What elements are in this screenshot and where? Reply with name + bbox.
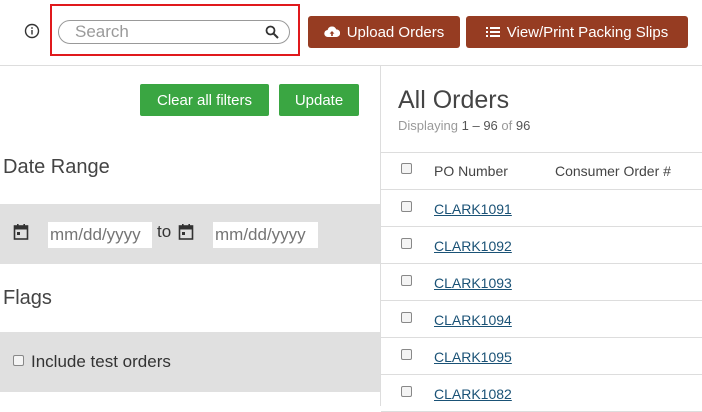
search-input[interactable] [75, 22, 255, 42]
calendar-icon[interactable] [178, 223, 194, 241]
date-range-title: Date Range [3, 156, 110, 178]
column-header-consumer-order[interactable]: Consumer Order # [555, 163, 671, 179]
row-checkbox[interactable] [401, 312, 412, 323]
table-row: CLARK1094 [381, 301, 702, 338]
upload-orders-button[interactable]: Upload Orders [308, 16, 460, 48]
calendar-icon[interactable] [13, 223, 29, 241]
search-box[interactable] [58, 20, 290, 44]
displaying-label: Displaying [398, 118, 458, 133]
include-test-checkbox[interactable] [13, 355, 24, 366]
range-separator: – [472, 118, 480, 133]
table-row: CLARK1095 [381, 338, 702, 375]
po-number-link[interactable]: CLARK1082 [434, 386, 512, 402]
table-row: CLARK1092 [381, 227, 702, 264]
packing-slips-label: View/Print Packing Slips [506, 23, 669, 41]
info-icon[interactable] [24, 23, 40, 39]
total-count: 96 [515, 118, 531, 133]
range-end: 96 [483, 118, 498, 133]
row-checkbox[interactable] [401, 201, 412, 212]
po-number-link[interactable]: CLARK1093 [434, 275, 512, 291]
orders-table: PO Number Consumer Order # CLARK1091 CLA… [381, 152, 702, 412]
range-start: 1 [461, 118, 469, 133]
table-row: CLARK1082 [381, 375, 702, 412]
po-number-link[interactable]: CLARK1091 [434, 201, 512, 217]
column-header-po-number[interactable]: PO Number [434, 163, 508, 179]
include-test-label: Include test orders [31, 352, 171, 371]
packing-slips-button[interactable]: View/Print Packing Slips [466, 16, 688, 48]
date-to-label: to [157, 222, 172, 241]
top-bar: Upload Orders View/Print Packing Slips [0, 0, 702, 66]
upload-orders-label: Upload Orders [346, 23, 445, 41]
po-number-link[interactable]: CLARK1095 [434, 349, 512, 365]
select-all-checkbox[interactable] [401, 163, 412, 174]
search-icon[interactable] [265, 25, 279, 39]
table-header: PO Number Consumer Order # [381, 152, 702, 190]
clear-filters-button[interactable]: Clear all filters [140, 84, 269, 116]
flags-row: Include test orders [0, 332, 380, 392]
cloud-upload-icon [324, 26, 340, 38]
results-count: Displaying 1 – 96 of 96 [398, 118, 530, 133]
po-number-link[interactable]: CLARK1094 [434, 312, 512, 328]
list-icon [485, 27, 500, 37]
row-checkbox[interactable] [401, 238, 412, 249]
date-from-input[interactable] [48, 222, 152, 248]
of-label: of [501, 118, 513, 133]
update-button[interactable]: Update [279, 84, 359, 116]
table-row: CLARK1091 [381, 190, 702, 227]
date-range-row [0, 204, 380, 264]
row-checkbox[interactable] [401, 349, 412, 360]
row-checkbox[interactable] [401, 275, 412, 286]
flags-title: Flags [3, 287, 52, 309]
po-number-link[interactable]: CLARK1092 [434, 238, 512, 254]
table-row: CLARK1093 [381, 264, 702, 301]
page-title: All Orders [398, 86, 510, 114]
date-to-input[interactable] [213, 222, 318, 248]
row-checkbox[interactable] [401, 386, 412, 397]
